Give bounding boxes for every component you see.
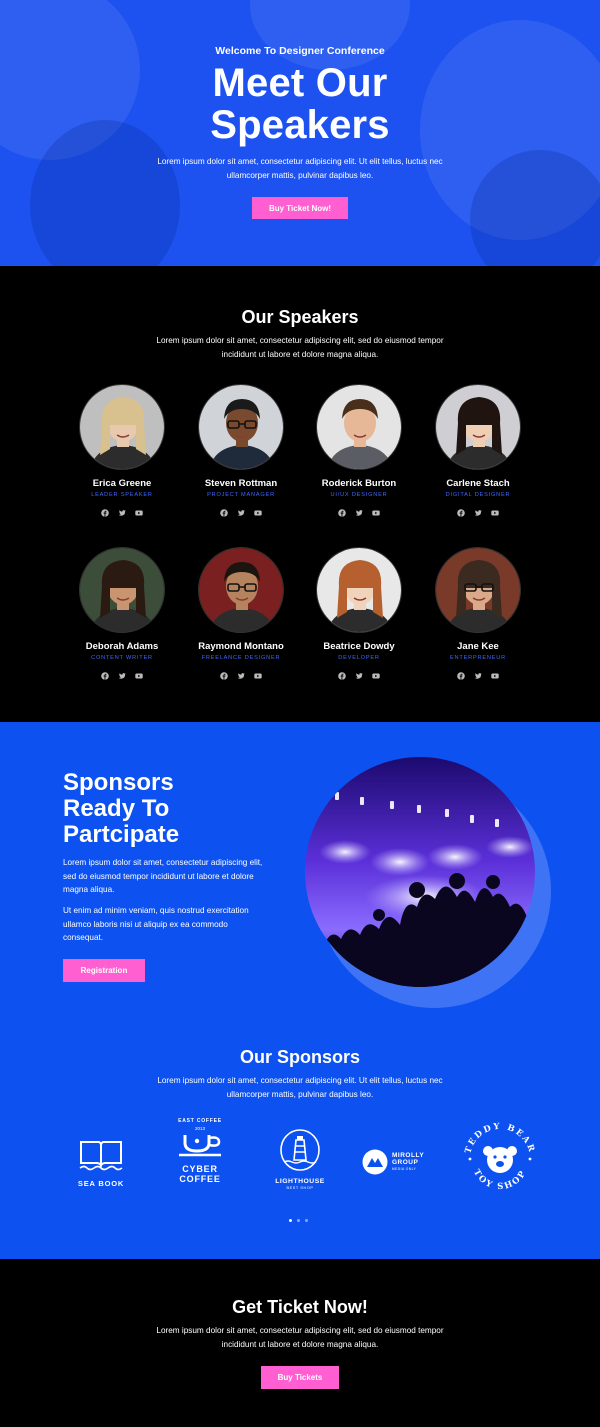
- facebook-icon[interactable]: [101, 667, 109, 680]
- lighthouse-icon: [280, 1129, 320, 1171]
- carousel-dot[interactable]: [289, 1219, 292, 1222]
- hero-section: Welcome To Designer Conference Meet Our …: [0, 0, 600, 266]
- facebook-icon[interactable]: [220, 504, 228, 517]
- concert-image: [305, 757, 535, 987]
- speaker-name: Jane Kee: [457, 641, 499, 652]
- logo-text: MEDIA ONLY: [392, 1166, 417, 1171]
- logo-text: EAST COFFEE: [178, 1118, 222, 1124]
- sponsors-paragraph: Lorem ipsum dolor sit amet, consectetur …: [63, 858, 263, 894]
- carousel-dot[interactable]: [305, 1219, 308, 1222]
- sponsors-paragraph: Ut enim ad minim veniam, quis nostrud ex…: [63, 906, 249, 942]
- title-line: Ready To: [63, 795, 170, 822]
- logo-text: LIGHTHOUSE: [275, 1178, 325, 1185]
- speaker-photo: [316, 547, 402, 633]
- speakers-section: Our Speakers Lorem ipsum dolor sit amet,…: [0, 266, 600, 722]
- hero-description: Lorem ipsum dolor sit amet, consectetur …: [157, 157, 443, 180]
- speaker-photo: [435, 547, 521, 633]
- mirolly-text: MIROLLY GROUP MEDIA ONLY: [392, 1152, 424, 1173]
- youtube-icon[interactable]: [372, 504, 380, 516]
- youtube-icon[interactable]: [491, 667, 499, 679]
- youtube-icon[interactable]: [491, 504, 499, 516]
- sponsor-logo-teddy-bear[interactable]: TEDDY BEAR TOY SHOP: [460, 1120, 540, 1198]
- hero-kicker: Welcome To Designer Conference: [215, 45, 385, 57]
- youtube-icon[interactable]: [254, 667, 262, 679]
- logo-text: BEST SHOP: [286, 1186, 314, 1190]
- speaker-name: Carlene Stach: [446, 478, 510, 489]
- speaker-social-links: [408, 667, 548, 680]
- logo-text: CYBER: [182, 1164, 218, 1174]
- twitter-icon[interactable]: [237, 504, 245, 516]
- speaker-social-links: [408, 504, 548, 517]
- speaker-photo: [316, 384, 402, 470]
- speaker-role: Digital Designer: [445, 492, 511, 498]
- get-ticket-title: Get Ticket Now!: [232, 1297, 368, 1317]
- speakers-title: Our Speakers: [241, 307, 359, 327]
- hero-title-line: Meet Our: [212, 61, 388, 105]
- get-ticket-description: Lorem ipsum dolor sit amet, consectetur …: [156, 1326, 444, 1349]
- speaker-photo: [79, 547, 165, 633]
- get-ticket-section: Get Ticket Now! Lorem ipsum dolor sit am…: [0, 1259, 600, 1427]
- sponsors-ready-title: Sponsors Ready To Partcipate: [63, 770, 283, 848]
- coffee-cup-icon: [179, 1135, 221, 1157]
- speaker-role: Enterpreneur: [450, 655, 506, 661]
- youtube-icon[interactable]: [254, 504, 262, 516]
- youtube-icon[interactable]: [135, 667, 143, 679]
- facebook-icon[interactable]: [338, 667, 346, 680]
- facebook-icon[interactable]: [457, 667, 465, 680]
- speaker-photo: [435, 384, 521, 470]
- twitter-icon[interactable]: [118, 504, 126, 516]
- carousel-dots: [289, 1219, 308, 1222]
- buy-ticket-now-button[interactable]: Buy Ticket Now!: [252, 197, 348, 219]
- sponsor-logo-sea-book[interactable]: SEA BOOK: [72, 1137, 130, 1188]
- logo-text: GROUP: [392, 1158, 419, 1166]
- twitter-icon[interactable]: [355, 667, 363, 679]
- hero-bg-shape: [250, 0, 410, 70]
- mountain-logo-icon: [362, 1149, 388, 1175]
- facebook-icon[interactable]: [101, 504, 109, 517]
- facebook-icon[interactable]: [338, 504, 346, 517]
- speakers-description: Lorem ipsum dolor sit amet, consectetur …: [156, 336, 444, 359]
- facebook-icon[interactable]: [220, 667, 228, 680]
- logo-text: MIROLLY: [392, 1151, 425, 1159]
- carousel-dot[interactable]: [297, 1219, 300, 1222]
- book-icon: [79, 1141, 123, 1171]
- speaker-card: Carlene Stach Digital Designer: [408, 384, 548, 517]
- registration-button[interactable]: Registration: [63, 959, 145, 982]
- buy-tickets-button[interactable]: Buy Tickets: [261, 1366, 339, 1389]
- teddy-bear-icon: TEDDY BEAR TOY SHOP: [463, 1122, 534, 1192]
- speaker-card: Jane Kee Enterpreneur: [408, 547, 548, 680]
- sponsor-logo-cyber-coffee[interactable]: EAST COFFEE 2013 CYBER COFFEE: [171, 1118, 229, 1184]
- sponsor-logo-lighthouse[interactable]: LIGHTHOUSE BEST SHOP: [270, 1128, 330, 1190]
- our-sponsors-description: Lorem ipsum dolor sit amet, consectetur …: [157, 1076, 443, 1099]
- speaker-photo: [79, 384, 165, 470]
- speaker-photo: [198, 547, 284, 633]
- speaker-photo: [198, 384, 284, 470]
- youtube-icon[interactable]: [135, 504, 143, 516]
- title-line: Sponsors: [63, 769, 174, 796]
- sponsor-logo-mirolly-group[interactable]: MIROLLY GROUP MEDIA ONLY: [362, 1149, 436, 1175]
- facebook-icon[interactable]: [457, 504, 465, 517]
- hero-title: Meet Our Speakers: [0, 62, 600, 146]
- hero-title-line: Speakers: [210, 103, 390, 147]
- twitter-icon[interactable]: [474, 504, 482, 516]
- youtube-icon[interactable]: [372, 667, 380, 679]
- logo-text: COFFEE: [179, 1174, 221, 1184]
- logo-text: SEA BOOK: [77, 1179, 125, 1188]
- sponsors-ready-section: Sponsors Ready To Partcipate Lorem ipsum…: [0, 722, 600, 1259]
- title-line: Partcipate: [63, 821, 180, 848]
- our-sponsors-title: Our Sponsors: [239, 1047, 360, 1067]
- twitter-icon[interactable]: [237, 667, 245, 679]
- twitter-icon[interactable]: [118, 667, 126, 679]
- twitter-icon[interactable]: [355, 504, 363, 516]
- twitter-icon[interactable]: [474, 667, 482, 679]
